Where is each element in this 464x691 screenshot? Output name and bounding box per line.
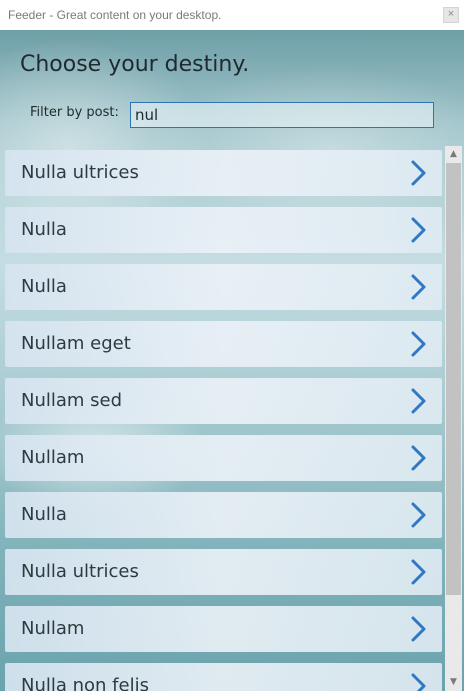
chevron-right-icon[interactable] — [408, 216, 430, 244]
chevron-right-icon[interactable] — [408, 672, 430, 691]
list-item-label: Nulla — [21, 276, 67, 297]
page-title: Choose your destiny. — [20, 52, 250, 77]
scrollbar-thumb[interactable] — [446, 163, 461, 595]
list-item-label: Nullam — [21, 447, 85, 468]
chevron-right-icon[interactable] — [408, 444, 430, 472]
chevron-right-icon[interactable] — [408, 558, 430, 586]
list-item-label: Nulla ultrices — [21, 162, 139, 183]
close-icon[interactable]: × — [443, 7, 459, 23]
scroll-up-icon[interactable]: ▲ — [445, 146, 462, 163]
chevron-right-icon[interactable] — [408, 159, 430, 187]
main-panel: Choose your destiny. Filter by post: Nul… — [0, 30, 464, 691]
list-item-label: Nullam sed — [21, 390, 123, 411]
list-item-label: Nulla — [21, 219, 67, 240]
title-bar: Feeder - Great content on your desktop. … — [0, 0, 464, 30]
chevron-right-icon[interactable] — [408, 273, 430, 301]
list-item[interactable]: Nulla ultrices — [5, 549, 442, 595]
window-title: Feeder - Great content on your desktop. — [8, 8, 222, 22]
list-item-label: Nulla — [21, 504, 67, 525]
chevron-right-icon[interactable] — [408, 330, 430, 358]
chevron-right-icon[interactable] — [408, 501, 430, 529]
scroll-down-icon[interactable]: ▼ — [445, 674, 462, 691]
post-list: Nulla ultrices Nulla Nulla Nullam eget Nulla… — [5, 150, 442, 691]
list-item[interactable]: Nulla non felis — [5, 663, 442, 691]
list-item[interactable]: Nullam eget — [5, 321, 442, 367]
list-item[interactable]: Nulla — [5, 207, 442, 253]
filter-input[interactable] — [130, 102, 434, 128]
list-item[interactable]: Nullam — [5, 606, 442, 652]
list-item[interactable]: Nulla — [5, 264, 442, 310]
list-item-label: Nullam eget — [21, 333, 131, 354]
list-item-label: Nulla ultrices — [21, 561, 139, 582]
list-item-label: Nullam — [21, 618, 85, 639]
list-item[interactable]: Nullam — [5, 435, 442, 481]
chevron-right-icon[interactable] — [408, 387, 430, 415]
list-item-label: Nulla non felis — [21, 675, 149, 691]
vertical-scrollbar[interactable]: ▲ ▼ — [445, 146, 462, 691]
filter-label: Filter by post: — [30, 105, 119, 120]
list-item[interactable]: Nulla ultrices — [5, 150, 442, 196]
list-item[interactable]: Nullam sed — [5, 378, 442, 424]
list-item[interactable]: Nulla — [5, 492, 442, 538]
chevron-right-icon[interactable] — [408, 615, 430, 643]
